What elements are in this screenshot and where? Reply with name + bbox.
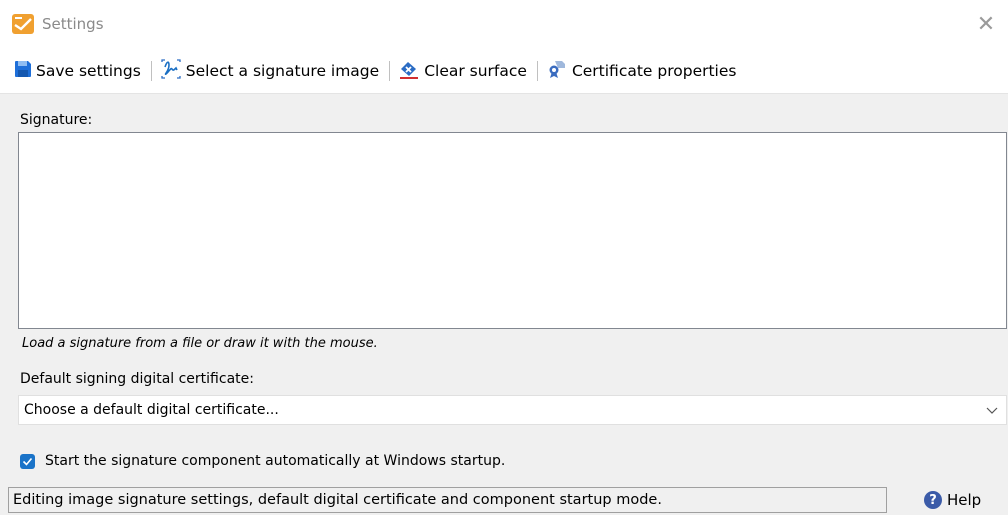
clear-surface-label: Clear surface (424, 61, 527, 80)
settings-content: Signature: Load a signature from a file … (0, 95, 1008, 485)
certificate-icon (546, 59, 572, 83)
status-bar: Editing image signature settings, defaul… (0, 485, 1008, 515)
window-title: Settings (42, 15, 104, 33)
save-icon (14, 60, 36, 82)
certificate-selected-value: Choose a default digital certificate... (24, 402, 279, 418)
signature-hint: Load a signature from a file or draw it … (22, 336, 378, 351)
chevron-down-icon (986, 404, 998, 416)
settings-window: Settings ✕ Save settings Select a signat… (0, 0, 1008, 515)
certificate-properties-button[interactable]: Certificate properties (544, 56, 739, 86)
certificate-properties-label: Certificate properties (571, 61, 737, 80)
signature-label: Signature: (20, 112, 93, 128)
eraser-icon (398, 59, 424, 83)
clear-surface-button[interactable]: Clear surface (396, 56, 529, 86)
close-icon: ✕ (976, 11, 996, 37)
help-label: Help (947, 491, 982, 509)
status-text: Editing image signature settings, defaul… (13, 492, 662, 508)
status-text-panel: Editing image signature settings, defaul… (8, 487, 887, 513)
save-settings-label: Save settings (36, 61, 141, 80)
help-button[interactable]: ? Help (924, 489, 981, 511)
title-bar: Settings ✕ (0, 0, 1008, 48)
help-icon: ? (924, 491, 942, 509)
certificate-label: Default signing digital certificate: (20, 371, 254, 387)
startup-checkbox[interactable] (20, 453, 35, 469)
select-signature-image-button[interactable]: Select a signature image (158, 56, 381, 86)
app-icon (12, 14, 34, 34)
startup-checkbox-label[interactable]: Start the signature component automatica… (45, 453, 505, 469)
startup-option: Start the signature component automatica… (20, 453, 505, 469)
toolbar-separator (150, 60, 152, 81)
save-settings-button[interactable]: Save settings (12, 56, 143, 86)
close-button[interactable]: ✕ (964, 0, 1008, 48)
toolbar-separator (536, 60, 538, 81)
certificate-dropdown[interactable]: Choose a default digital certificate... (18, 395, 1007, 425)
checkmark-icon (22, 457, 33, 466)
select-signature-image-label: Select a signature image (185, 61, 380, 80)
signature-drawing-surface[interactable] (18, 132, 1007, 329)
toolbar-separator (389, 60, 391, 81)
signature-image-icon (160, 58, 186, 83)
toolbar: Save settings Select a signature image C… (0, 48, 1008, 94)
